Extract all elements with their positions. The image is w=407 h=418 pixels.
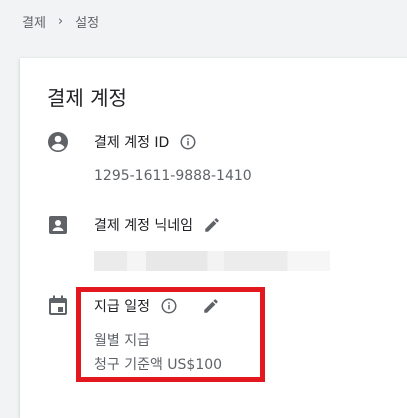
pencil-icon[interactable] [203,216,221,234]
contact-card-icon [49,216,67,234]
payment-frequency: 월별 지급 [94,333,150,349]
payment-schedule-label: 지급 일정 [94,299,150,315]
card-title: 결제 계정 [47,86,127,110]
pencil-icon[interactable] [202,297,220,315]
info-icon[interactable] [160,297,178,315]
info-icon[interactable] [179,133,197,151]
breadcrumb-separator: › [57,14,64,29]
account-id-label: 결제 계정 ID [94,135,170,151]
breadcrumb-settings: 설정 [75,16,100,31]
breadcrumb-billing-link[interactable]: 결제 [22,12,46,31]
account-nickname-label: 결제 계정 닉네임 [94,218,194,234]
breadcrumb: 결제 › 설정 [22,12,99,31]
billing-account-card: 결제 계정 결제 계정 ID 1295-1611-9888-1410 결제 계정… [20,58,407,418]
account-circle-icon [48,132,68,152]
payment-threshold: 청구 기준액 US$100 [94,357,223,373]
account-id-value: 1295-1611-9888-1410 [94,168,252,184]
redacted-nickname [94,251,330,271]
calendar-icon [49,295,67,315]
